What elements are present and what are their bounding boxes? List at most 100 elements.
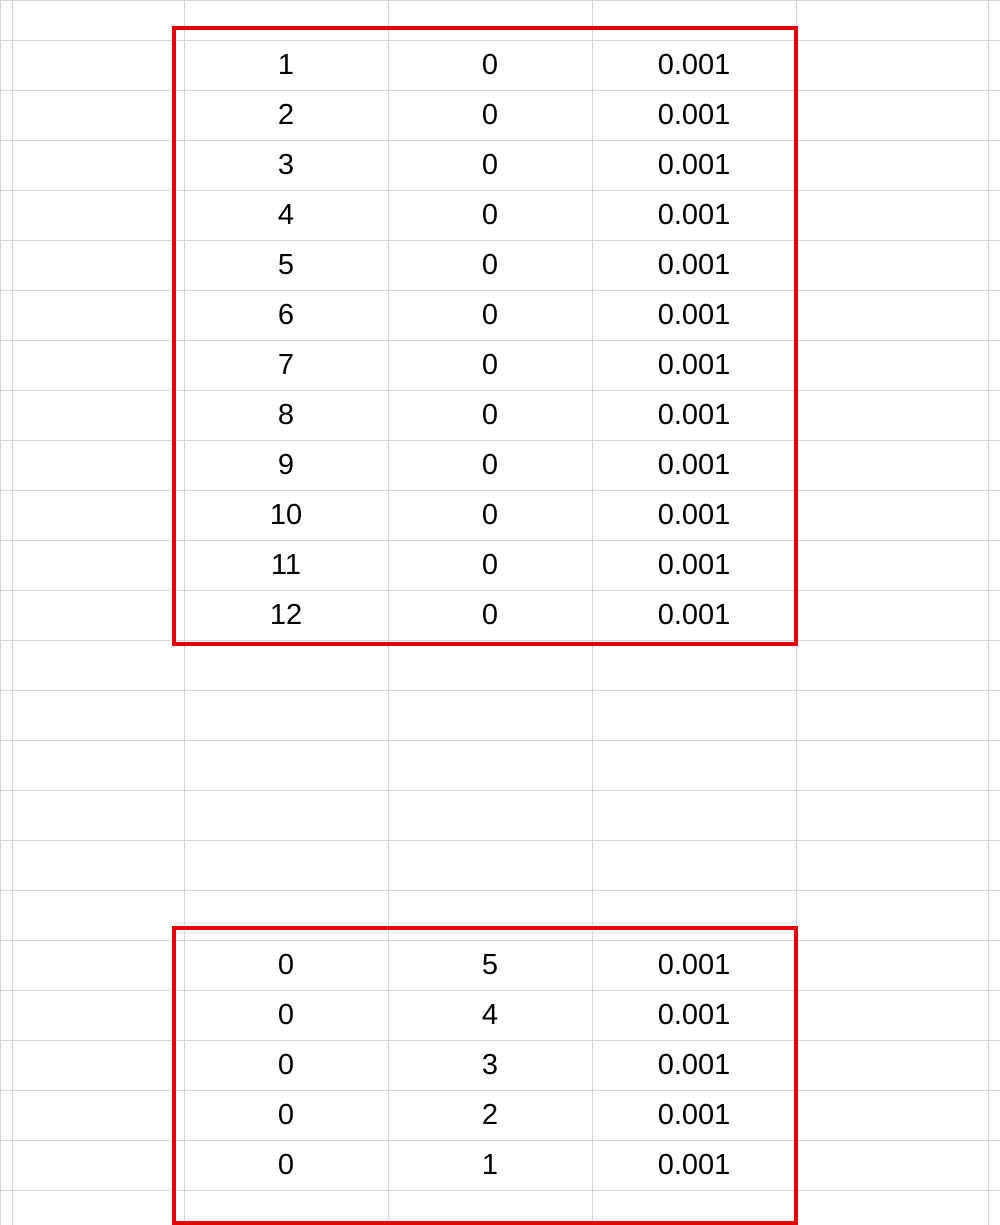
cell-value: 0 (278, 951, 294, 980)
spreadsheet-cell[interactable]: 0 (388, 190, 592, 240)
spreadsheet-cell[interactable]: 0.001 (592, 590, 796, 640)
cell-value: 0 (482, 301, 498, 330)
cell-value: 0 (482, 251, 498, 280)
spreadsheet-cell[interactable]: 6 (184, 290, 388, 340)
cell-value: 9 (278, 451, 294, 480)
cell-value: 0 (482, 551, 498, 580)
cell-value: 0.001 (658, 1101, 731, 1130)
spreadsheet-cell[interactable]: 0 (388, 140, 592, 190)
cell-value: 0.001 (658, 101, 731, 130)
cell-value: 3 (482, 1051, 498, 1080)
cell-value: 8 (278, 401, 294, 430)
spreadsheet-cell[interactable]: 2 (184, 90, 388, 140)
cell-value: 2 (482, 1101, 498, 1130)
spreadsheet-cell[interactable]: 0 (184, 1090, 388, 1140)
spreadsheet-cell[interactable]: 10 (184, 490, 388, 540)
cell-value: 0 (278, 1101, 294, 1130)
cell-value: 0 (482, 51, 498, 80)
spreadsheet-cell[interactable]: 5 (184, 240, 388, 290)
cell-value: 4 (278, 201, 294, 230)
cell-value: 5 (482, 951, 498, 980)
cell-value: 3 (278, 151, 294, 180)
spreadsheet-cell[interactable]: 0.001 (592, 390, 796, 440)
cell-value: 0.001 (658, 501, 731, 530)
cell-value: 5 (278, 251, 294, 280)
cell-value: 0 (482, 351, 498, 380)
cell-value: 6 (278, 301, 294, 330)
spreadsheet-cell[interactable]: 0.001 (592, 990, 796, 1040)
cell-value: 0 (482, 201, 498, 230)
spreadsheet-cell[interactable]: 0.001 (592, 240, 796, 290)
cell-value: 0 (278, 1001, 294, 1030)
spreadsheet-cell[interactable]: 9 (184, 440, 388, 490)
spreadsheet-cell[interactable]: 0 (388, 90, 592, 140)
cell-value: 12 (270, 601, 302, 630)
spreadsheet-cell[interactable]: 3 (388, 1040, 592, 1090)
spreadsheet-cell[interactable]: 5 (388, 940, 592, 990)
spreadsheet-cell[interactable]: 4 (388, 990, 592, 1040)
spreadsheet-cell[interactable]: 0.001 (592, 1140, 796, 1190)
spreadsheet-cell[interactable]: 0.001 (592, 340, 796, 390)
spreadsheet-cell[interactable]: 0 (388, 490, 592, 540)
spreadsheet-cell[interactable]: 4 (184, 190, 388, 240)
cell-value: 0.001 (658, 251, 731, 280)
spreadsheet-cell[interactable]: 0.001 (592, 440, 796, 490)
spreadsheet-cell[interactable]: 0.001 (592, 1090, 796, 1140)
spreadsheet-cell[interactable]: 0.001 (592, 940, 796, 990)
cell-value: 0.001 (658, 1151, 731, 1180)
spreadsheet-cell[interactable]: 0.001 (592, 40, 796, 90)
cell-value: 0.001 (658, 151, 731, 180)
spreadsheet-cell[interactable]: 0 (184, 940, 388, 990)
spreadsheet-cell[interactable]: 0 (388, 340, 592, 390)
spreadsheet-cell[interactable]: 0.001 (592, 540, 796, 590)
cell-value: 0.001 (658, 951, 731, 980)
cell-value: 7 (278, 351, 294, 380)
spreadsheet-cell[interactable]: 2 (388, 1090, 592, 1140)
spreadsheet-cell[interactable]: 0.001 (592, 140, 796, 190)
spreadsheet-cell[interactable]: 0.001 (592, 1040, 796, 1090)
spreadsheet-cell[interactable]: 11 (184, 540, 388, 590)
cell-value: 0.001 (658, 1001, 731, 1030)
cell-value: 4 (482, 1001, 498, 1030)
spreadsheet-cell[interactable]: 0 (388, 440, 592, 490)
cell-value: 0 (482, 601, 498, 630)
spreadsheet-cell[interactable]: 0 (388, 590, 592, 640)
spreadsheet-cell[interactable]: 12 (184, 590, 388, 640)
cell-value: 0.001 (658, 551, 731, 580)
cell-value: 0.001 (658, 351, 731, 380)
spreadsheet-cell[interactable]: 0 (388, 540, 592, 590)
cell-value: 11 (271, 551, 301, 580)
cell-value: 1 (482, 1151, 498, 1180)
spreadsheet-cell[interactable]: 0 (184, 1040, 388, 1090)
cell-value: 10 (270, 501, 302, 530)
cell-value: 0 (482, 501, 498, 530)
cell-value: 0.001 (658, 51, 731, 80)
spreadsheet-cell[interactable]: 7 (184, 340, 388, 390)
spreadsheet-cell[interactable]: 3 (184, 140, 388, 190)
spreadsheet-cell[interactable]: 0.001 (592, 190, 796, 240)
spreadsheet-cell[interactable]: 0 (184, 1140, 388, 1190)
cell-value: 1 (278, 51, 294, 80)
spreadsheet-cell[interactable]: 0.001 (592, 90, 796, 140)
spreadsheet-cell[interactable]: 0 (184, 990, 388, 1040)
cell-value: 0.001 (658, 601, 731, 630)
cell-value: 0 (278, 1051, 294, 1080)
cell-value: 0.001 (658, 1051, 731, 1080)
spreadsheet-cell[interactable]: 1 (388, 1140, 592, 1190)
spreadsheet-cell[interactable]: 0 (388, 240, 592, 290)
spreadsheet-cell[interactable]: 0 (388, 390, 592, 440)
cell-value: 0 (482, 101, 498, 130)
cell-value: 0.001 (658, 301, 731, 330)
cell-value: 0.001 (658, 401, 731, 430)
cell-value: 0 (278, 1151, 294, 1180)
spreadsheet-cell[interactable]: 0 (388, 290, 592, 340)
spreadsheet-cell[interactable]: 0.001 (592, 490, 796, 540)
cell-value: 0 (482, 151, 498, 180)
cell-value: 2 (278, 101, 294, 130)
spreadsheet-cell[interactable]: 0 (388, 40, 592, 90)
cell-value: 0.001 (658, 451, 731, 480)
spreadsheet-cell[interactable]: 0.001 (592, 290, 796, 340)
cell-value: 0 (482, 451, 498, 480)
spreadsheet-cell[interactable]: 1 (184, 40, 388, 90)
spreadsheet-cell[interactable]: 8 (184, 390, 388, 440)
